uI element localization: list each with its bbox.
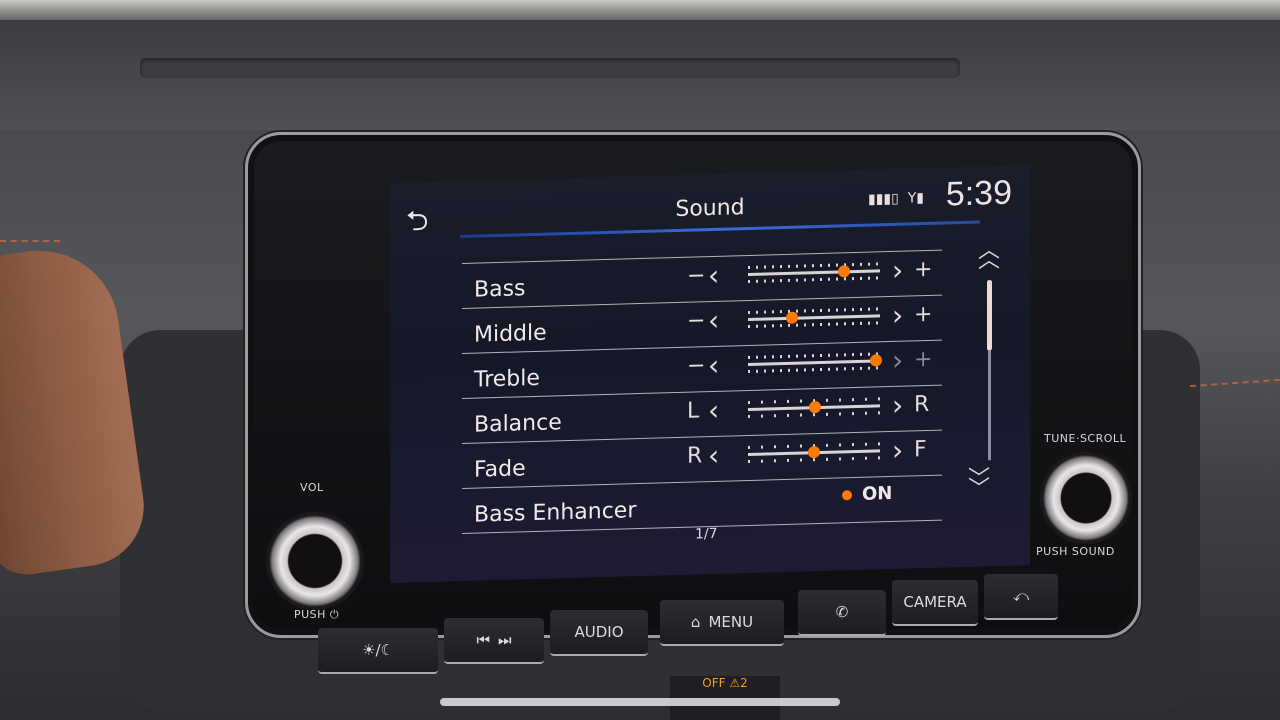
- day-night-button[interactable]: ☀/☾: [318, 628, 438, 674]
- decrease-button[interactable]: ‹: [708, 349, 719, 382]
- increase-button[interactable]: ›: [892, 344, 903, 377]
- clock: 5:39: [945, 173, 1012, 214]
- next-track-icon[interactable]: ⏭: [498, 631, 512, 649]
- camera-label: CAMERA: [903, 593, 967, 611]
- sound-settings-list: Bass − ‹ › + Middle − ‹ › + Treble − ‹ ›…: [462, 249, 942, 534]
- decrease-label: −: [687, 263, 706, 289]
- setting-label: Balance: [474, 410, 562, 438]
- slider-ticks: [748, 366, 880, 374]
- tune-scroll-knob[interactable]: [1040, 452, 1132, 544]
- bass-slider[interactable]: [748, 258, 880, 286]
- infotainment-screen: ⮌ Sound ▮▮▮▯ Y▮ 5:39 Bass − ‹ › + Middle…: [390, 165, 1030, 584]
- airbag-text: OFF ⚠2: [702, 676, 748, 690]
- treble-slider[interactable]: [748, 348, 883, 376]
- increase-label: +: [914, 256, 933, 283]
- increase-button[interactable]: ›: [892, 434, 903, 467]
- slider-thumb[interactable]: [808, 445, 820, 459]
- toggle-indicator: [842, 490, 852, 501]
- page-indicator: 1/7: [695, 525, 718, 543]
- audio-label: AUDIO: [574, 623, 624, 641]
- setting-label: Bass Enhancer: [474, 498, 637, 528]
- increase-button[interactable]: ›: [892, 254, 903, 287]
- track-buttons[interactable]: ⏮ ⏭: [444, 618, 544, 664]
- vol-label: VOL: [300, 481, 324, 494]
- defrost-vent: [140, 58, 960, 78]
- slider-ticks: [748, 321, 880, 329]
- tune-scroll-label: TUNE·SCROLL: [1044, 432, 1127, 445]
- home-icon: ⌂: [690, 613, 701, 631]
- slider-thumb[interactable]: [838, 265, 851, 278]
- scrollbar-thumb[interactable]: [987, 280, 992, 351]
- setting-label: Treble: [474, 365, 540, 393]
- slider-ticks: [748, 276, 880, 284]
- finger: [0, 240, 152, 580]
- decrease-button[interactable]: ‹: [708, 259, 719, 292]
- decrease-label: −: [687, 308, 706, 334]
- decrease-label: −: [687, 353, 706, 379]
- slider-track: [748, 314, 880, 322]
- scroll-down-icon[interactable]: ﹀ ﹀: [968, 466, 990, 502]
- decrease-label: L: [687, 398, 700, 424]
- increase-label: +: [914, 301, 933, 328]
- setting-label: Middle: [474, 320, 547, 348]
- back-button[interactable]: ⤺: [984, 574, 1058, 620]
- increase-label: R: [914, 391, 930, 418]
- toggle-state[interactable]: ON: [862, 483, 892, 505]
- previous-track-icon[interactable]: ⏮: [476, 631, 490, 649]
- slider-track: [748, 269, 880, 277]
- setting-label: Bass: [474, 276, 526, 303]
- signal-icon: Y▮: [903, 190, 924, 207]
- decrease-button[interactable]: ‹: [708, 439, 719, 472]
- menu-button[interactable]: ⌂ MENU: [660, 600, 784, 646]
- balance-slider[interactable]: [748, 393, 880, 421]
- slider-thumb[interactable]: [809, 400, 822, 414]
- fade-slider[interactable]: [748, 438, 880, 466]
- push-sound-label: PUSH SOUND: [1036, 545, 1115, 558]
- increase-label: +: [914, 346, 933, 373]
- status-icons: ▮▮▮▯ Y▮: [868, 190, 924, 208]
- back-icon: ⤺: [1012, 587, 1030, 605]
- decrease-button[interactable]: ‹: [708, 394, 719, 427]
- decrease-label: R: [687, 443, 703, 469]
- camera-button[interactable]: CAMERA: [892, 580, 978, 626]
- decrease-button[interactable]: ‹: [708, 304, 719, 337]
- slider-thumb[interactable]: [785, 311, 798, 324]
- day-night-icon: ☀/☾: [362, 641, 394, 659]
- slider-ticks: [748, 307, 880, 315]
- slider-track: [748, 359, 880, 367]
- stitching: [0, 240, 60, 242]
- slider-ticks: [748, 352, 880, 360]
- scroll-up-icon[interactable]: ︿ ︿: [978, 238, 1000, 274]
- menu-label: MENU: [708, 613, 754, 631]
- slider-ticks: [748, 262, 880, 270]
- phone-icon: ✆: [835, 603, 849, 621]
- middle-slider[interactable]: [748, 303, 880, 331]
- increase-button[interactable]: ›: [892, 389, 903, 422]
- volume-knob[interactable]: [266, 512, 364, 610]
- slider-thumb[interactable]: [870, 354, 883, 367]
- home-indicator-bar[interactable]: [440, 698, 840, 706]
- audio-button[interactable]: AUDIO: [550, 610, 648, 656]
- increase-label: F: [914, 437, 927, 463]
- battery-icon: ▮▮▮▯: [868, 190, 899, 208]
- increase-button[interactable]: ›: [892, 299, 903, 332]
- vol-push-label: PUSH ⏻: [294, 608, 340, 621]
- stitching: [1190, 378, 1280, 388]
- phone-button[interactable]: ✆: [798, 590, 886, 636]
- setting-label: Fade: [474, 456, 526, 483]
